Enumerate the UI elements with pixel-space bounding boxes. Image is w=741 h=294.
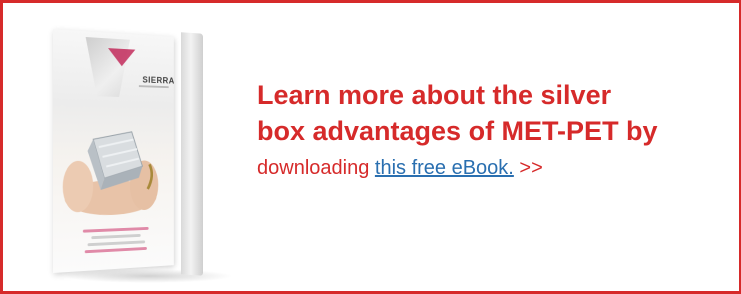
promo-copy: Learn more about the silver box advantag… (257, 77, 737, 181)
headline-line-2: box advantages of MET-PET by (257, 116, 658, 146)
promo-headline: Learn more about the silver box advantag… (257, 77, 737, 149)
logo-underline (138, 85, 169, 89)
cover-title-line (82, 226, 149, 233)
sub-prefix: downloading (257, 157, 370, 179)
ebook-download-link[interactable]: this free eBook. (375, 157, 514, 179)
headline-line-1: Learn more about the silver (257, 80, 612, 110)
ebook-cover-image[interactable]: SIERRA (33, 19, 233, 287)
machine-graphic (80, 37, 135, 98)
cover-title-lines (74, 223, 156, 254)
cover-title-line (84, 246, 147, 254)
hands-holding-box-icon (62, 121, 159, 217)
book-shadow (63, 269, 233, 283)
book-cover: SIERRA (53, 29, 174, 273)
promo-subline: downloading this free eBook. >> (257, 155, 737, 181)
sub-suffix-arrows: >> (519, 157, 543, 179)
cover-subtitle-line (87, 240, 145, 247)
book-spine (181, 32, 203, 276)
cover-subtitle-line (91, 233, 141, 240)
sierra-logo: SIERRA (142, 74, 174, 86)
ebook-promo-banner: SIERRA Learn more about the silver box a… (0, 0, 741, 294)
